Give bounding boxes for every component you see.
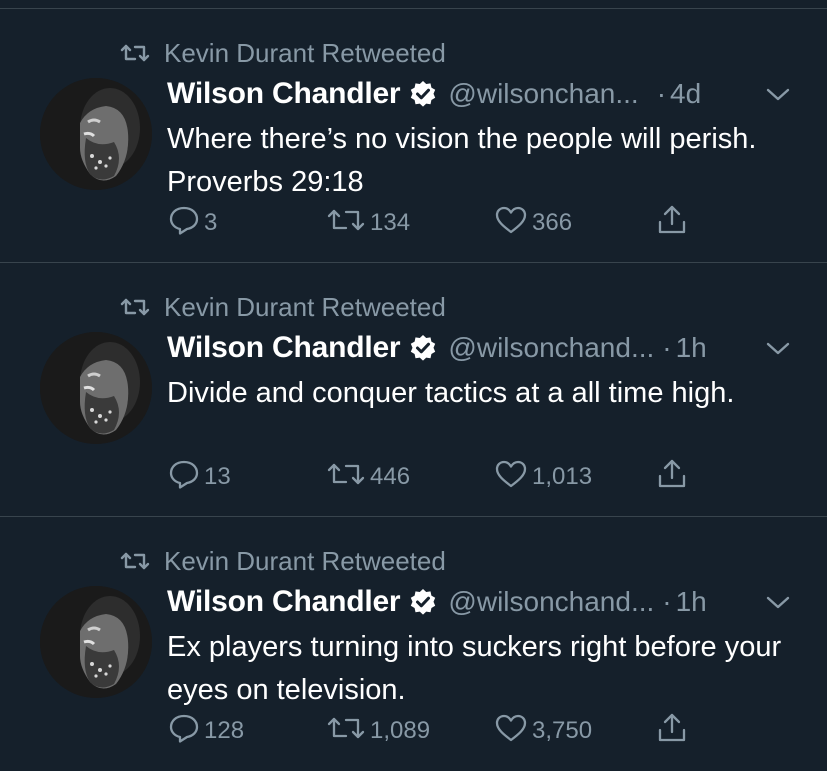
retweet-icon bbox=[326, 460, 366, 495]
like-count: 366 bbox=[532, 209, 573, 236]
timestamp[interactable]: 4d bbox=[670, 78, 701, 110]
avatar[interactable] bbox=[40, 332, 152, 444]
tweet-header: Wilson Chandler @wilsonchand... · 1h bbox=[167, 328, 707, 368]
timestamp[interactable]: 1h bbox=[676, 332, 707, 364]
reply-icon bbox=[168, 713, 200, 750]
tweet-actions: 13 446 1,013 bbox=[0, 457, 827, 497]
reply-button[interactable]: 128 bbox=[168, 711, 244, 751]
user-handle[interactable]: @wilsonchan... bbox=[448, 78, 638, 110]
display-name[interactable]: Wilson Chandler bbox=[167, 331, 401, 365]
chevron-down-icon[interactable] bbox=[766, 342, 790, 361]
tweet-text: Divide and conquer tactics at a all time… bbox=[167, 377, 735, 409]
tweet-actions: 128 1,089 3,750 bbox=[0, 711, 827, 751]
reply-count: 3 bbox=[204, 209, 218, 236]
timeline-feed: Kevin Durant Retweeted Wilson Chandler @… bbox=[0, 0, 827, 771]
verified-badge-icon bbox=[409, 80, 437, 108]
retweet-icon bbox=[120, 42, 150, 64]
reply-button[interactable]: 3 bbox=[168, 203, 217, 243]
reply-count: 13 bbox=[204, 463, 231, 490]
tweet[interactable]: Kevin Durant Retweeted Wilson Chandler @… bbox=[0, 262, 827, 516]
like-icon bbox=[494, 459, 528, 496]
chevron-down-icon[interactable] bbox=[766, 596, 790, 615]
retweet-count: 446 bbox=[370, 463, 411, 490]
retweet-icon bbox=[326, 714, 366, 749]
retweet-button[interactable]: 1,089 bbox=[326, 711, 430, 751]
retweet-count: 1,089 bbox=[370, 717, 431, 744]
user-handle[interactable]: @wilsonchand... bbox=[448, 332, 654, 364]
like-count: 1,013 bbox=[532, 463, 593, 490]
retweet-icon bbox=[120, 550, 150, 572]
timestamp[interactable]: 1h bbox=[676, 586, 707, 618]
retweeted-by-label: Kevin Durant Retweeted bbox=[164, 291, 446, 322]
tweet-text: Where there’s no vision the people will … bbox=[167, 123, 757, 198]
share-icon bbox=[656, 712, 688, 751]
like-count: 3,750 bbox=[532, 717, 593, 744]
retweeted-by-label: Kevin Durant Retweeted bbox=[164, 37, 446, 68]
share-button[interactable] bbox=[656, 457, 688, 497]
share-button[interactable] bbox=[656, 711, 688, 751]
like-button[interactable]: 3,750 bbox=[494, 711, 592, 751]
tweet[interactable]: Kevin Durant Retweeted Wilson Chandler @… bbox=[0, 8, 827, 262]
like-button[interactable]: 1,013 bbox=[494, 457, 592, 497]
user-handle[interactable]: @wilsonchand... bbox=[448, 586, 654, 618]
reply-icon bbox=[168, 205, 200, 242]
retweet-context[interactable]: Kevin Durant Retweeted bbox=[120, 36, 446, 70]
reply-icon bbox=[168, 459, 200, 496]
separator-dot: · bbox=[662, 586, 672, 617]
tweet-actions: 3 134 366 bbox=[0, 203, 827, 243]
share-icon bbox=[656, 458, 688, 497]
verified-badge-icon bbox=[409, 588, 437, 616]
verified-badge-icon bbox=[409, 334, 437, 362]
like-icon bbox=[494, 713, 528, 750]
reply-count: 128 bbox=[204, 717, 245, 744]
avatar[interactable] bbox=[40, 586, 152, 698]
tweet-text: Ex players turning into suckers right be… bbox=[167, 631, 782, 706]
separator-dot: · bbox=[662, 332, 672, 363]
share-button[interactable] bbox=[656, 203, 688, 243]
retweet-context[interactable]: Kevin Durant Retweeted bbox=[120, 544, 446, 578]
retweet-button[interactable]: 446 bbox=[326, 457, 410, 497]
retweeted-by-label: Kevin Durant Retweeted bbox=[164, 545, 446, 576]
chevron-down-icon[interactable] bbox=[766, 88, 790, 107]
retweet-count: 134 bbox=[370, 209, 411, 236]
retweet-context[interactable]: Kevin Durant Retweeted bbox=[120, 290, 446, 324]
tweet-header: Wilson Chandler @wilsonchand... · 1h bbox=[167, 582, 707, 622]
separator-dot: · bbox=[656, 78, 667, 109]
like-button[interactable]: 366 bbox=[494, 203, 572, 243]
retweet-icon bbox=[326, 206, 366, 241]
reply-button[interactable]: 13 bbox=[168, 457, 231, 497]
tweet[interactable]: Kevin Durant Retweeted Wilson Chandler @… bbox=[0, 516, 827, 770]
tweet-header: Wilson Chandler @wilsonchan... · 4d bbox=[167, 74, 701, 114]
share-icon bbox=[656, 204, 688, 243]
retweet-icon bbox=[120, 296, 150, 318]
retweet-button[interactable]: 134 bbox=[326, 203, 410, 243]
like-icon bbox=[494, 205, 528, 242]
display-name[interactable]: Wilson Chandler bbox=[167, 585, 401, 619]
display-name[interactable]: Wilson Chandler bbox=[167, 77, 401, 111]
avatar[interactable] bbox=[40, 78, 152, 190]
